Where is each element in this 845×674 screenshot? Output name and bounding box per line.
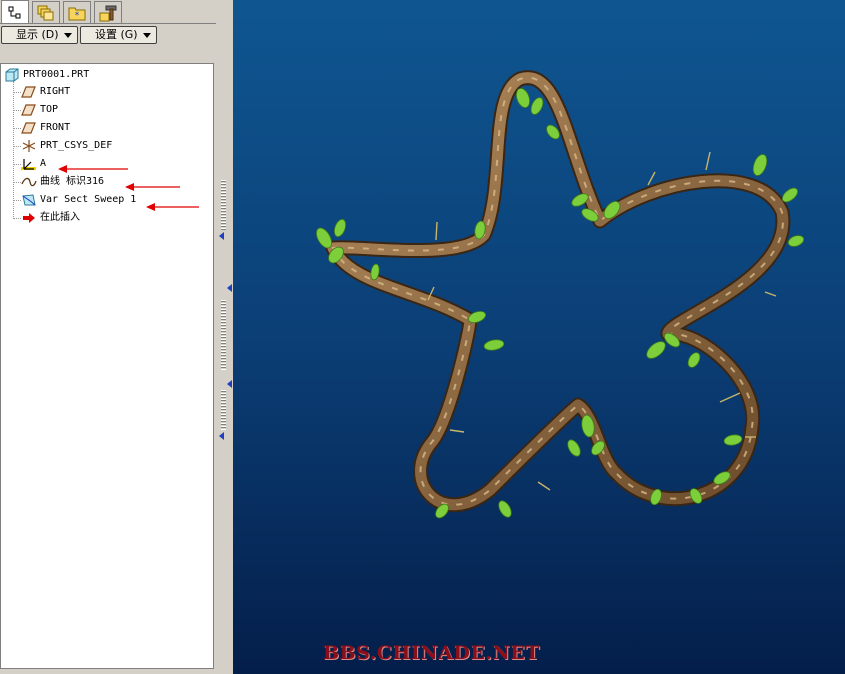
- collapse-left-icon[interactable]: [227, 380, 232, 388]
- navigator-tabs: *: [0, 0, 233, 24]
- annotation-arrow: [58, 165, 128, 173]
- tree-item-label: 曲线 标识316: [40, 176, 105, 187]
- tree-connector: [13, 164, 21, 165]
- datum-plane-icon: [21, 104, 36, 116]
- settings-menu-button[interactable]: 设置 (G): [80, 26, 157, 44]
- tree-item-label: TOP: [40, 104, 59, 115]
- collapse-left-icon[interactable]: [219, 232, 224, 240]
- tree-connector: [13, 128, 21, 129]
- tools-icon: [99, 5, 117, 21]
- watermark-text: BBS.CHINADE.NET: [323, 642, 540, 664]
- chevron-down-icon: [64, 33, 72, 38]
- settings-menu-label: 设置 (G): [95, 28, 138, 41]
- tree-connector: [13, 110, 21, 111]
- tab-favorites[interactable]: *: [63, 1, 91, 23]
- splitter-grip[interactable]: [221, 180, 226, 230]
- model-tree: PRT0001.PRT RIGHT TOP FRONT PRT_CSYS_DEF…: [0, 63, 214, 669]
- tree-connector: [13, 92, 21, 93]
- annotation-arrow: [146, 203, 199, 211]
- leaf-group: [316, 87, 805, 519]
- annotation-arrow: [125, 183, 180, 191]
- model-tree-icon: [8, 6, 21, 18]
- tree-item-label: A: [40, 158, 47, 169]
- tree-guide-line: [13, 81, 14, 219]
- tab-divider: [0, 23, 217, 24]
- collapse-left-icon[interactable]: [219, 432, 224, 440]
- navigator-panel: * 显示 (D) 设置 (G) PRT0001.PRT RIGHT TOP FR…: [0, 0, 233, 674]
- datum-plane-icon: [21, 122, 36, 134]
- svg-text:*: *: [75, 11, 80, 21]
- collapse-left-icon[interactable]: [227, 284, 232, 292]
- tree-connector: [13, 218, 21, 219]
- graphics-viewport[interactable]: BBS.CHINADE.NET: [233, 0, 845, 674]
- show-menu-label: 显示 (D): [16, 28, 59, 41]
- coordinate-system-icon: [22, 140, 36, 152]
- tree-connector: [13, 146, 21, 147]
- tree-item-label: Var Sect Sweep 1: [40, 194, 137, 205]
- tree-item-label: FRONT: [40, 122, 71, 133]
- favorites-icon: *: [68, 7, 86, 21]
- tree-connector: [13, 200, 21, 201]
- sweep-feature-icon: [22, 194, 36, 206]
- layers-icon: [37, 5, 54, 20]
- tree-item-label: 在此插入: [40, 212, 80, 223]
- tab-layers[interactable]: [32, 1, 60, 23]
- tree-item-label: RIGHT: [40, 86, 71, 97]
- tab-tools[interactable]: [94, 1, 122, 23]
- tab-model-tree[interactable]: [1, 0, 29, 24]
- datum-plane-icon: [21, 86, 36, 98]
- splitter-grip[interactable]: [221, 300, 226, 370]
- insert-here-arrow-icon: [23, 213, 35, 223]
- vine-star-model: [316, 70, 805, 519]
- curve-icon: [21, 177, 37, 187]
- tree-item-label: PRT_CSYS_DEF: [40, 140, 113, 151]
- show-menu-button[interactable]: 显示 (D): [1, 26, 78, 44]
- axis-csys-icon: [21, 159, 36, 170]
- tree-connector: [13, 182, 21, 183]
- tree-item-label: PRT0001.PRT: [23, 69, 90, 80]
- panel-splitter[interactable]: [216, 0, 233, 674]
- part-cube-icon: [5, 68, 19, 82]
- chevron-down-icon: [143, 33, 151, 38]
- splitter-grip[interactable]: [221, 390, 226, 430]
